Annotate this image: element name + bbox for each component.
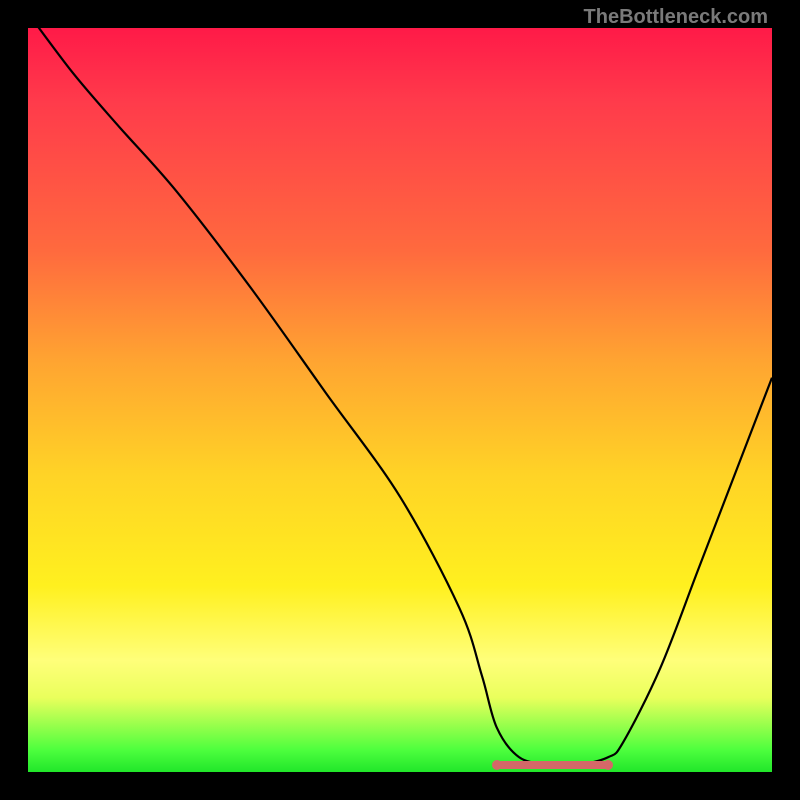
plateau-dot-left	[492, 760, 502, 770]
watermark-text: TheBottleneck.com	[584, 6, 768, 29]
curve-layer	[28, 28, 772, 772]
chart-frame: TheBottleneck.com	[0, 0, 800, 800]
plateau-dot-right	[603, 760, 613, 770]
plot-area	[28, 28, 772, 772]
bottleneck-curve	[28, 28, 772, 766]
plateau-marker	[497, 761, 609, 769]
